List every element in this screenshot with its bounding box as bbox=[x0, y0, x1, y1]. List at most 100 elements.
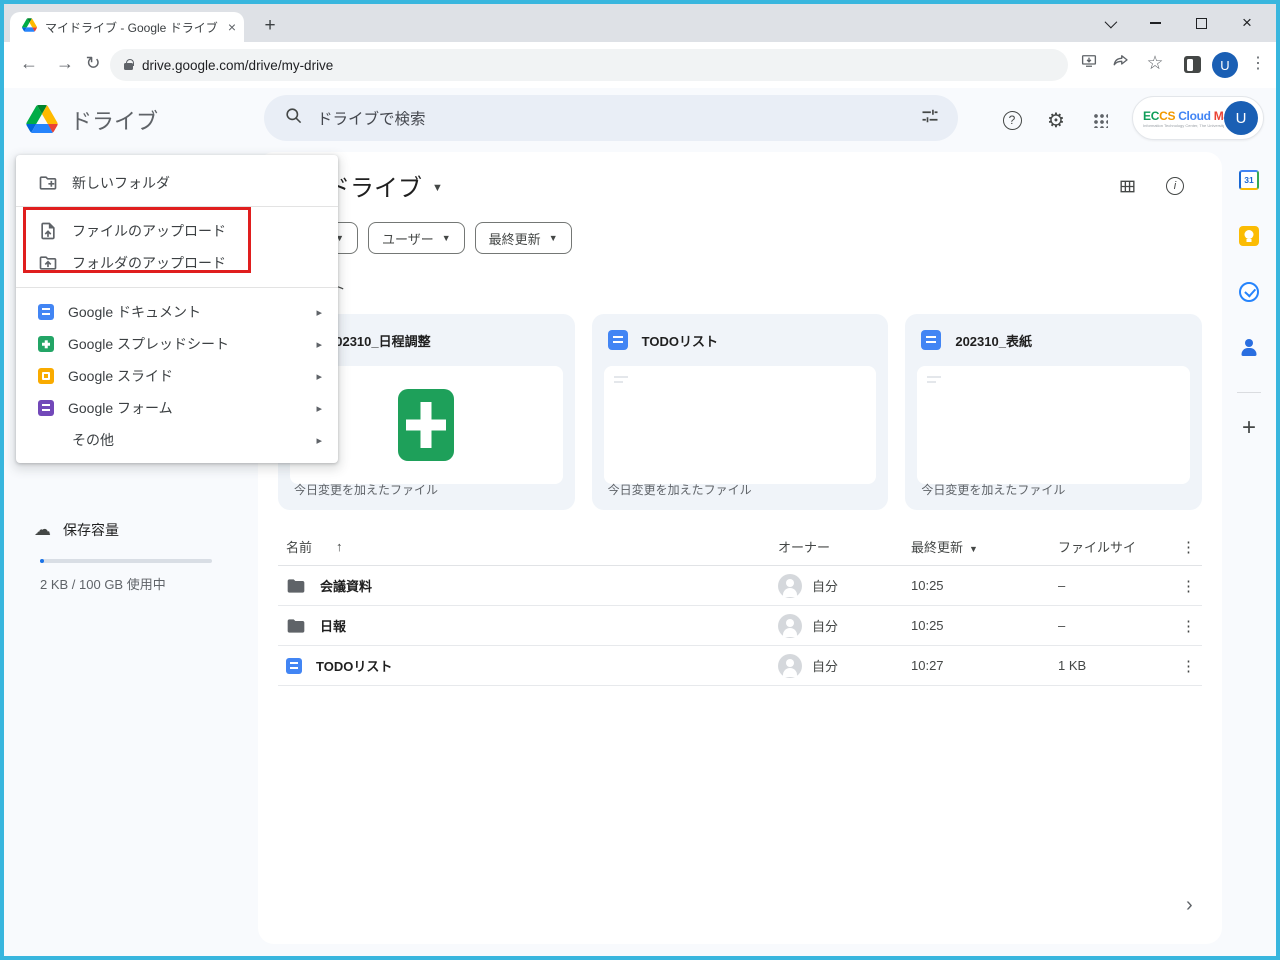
back-icon[interactable]: ← bbox=[16, 53, 42, 74]
column-header-name[interactable]: 名前 ↑ bbox=[278, 537, 778, 556]
window-close-button[interactable]: × bbox=[1224, 4, 1270, 42]
filter-chip-people[interactable]: ユーザー ▼ bbox=[368, 222, 465, 254]
file-upload-icon bbox=[41, 222, 55, 240]
address-bar[interactable]: drive.google.com/drive/my-drive bbox=[110, 49, 1068, 81]
chevron-down-icon: ▼ bbox=[548, 233, 558, 243]
filter-chip-modified[interactable]: 最終更新 ▼ bbox=[474, 222, 572, 254]
tasks-icon[interactable] bbox=[1239, 282, 1259, 302]
browser-titlebar: マイドライブ - Google ドライブ × + × bbox=[4, 4, 1276, 42]
docs-icon bbox=[607, 330, 628, 350]
submenu-arrow-icon: ▸ bbox=[316, 434, 322, 447]
sheets-icon bbox=[38, 336, 54, 352]
storage-progress-fill bbox=[40, 559, 44, 563]
submenu-arrow-icon: ▸ bbox=[316, 306, 322, 319]
window-chevron-icon[interactable] bbox=[1086, 4, 1132, 42]
modified-time: 10:25 bbox=[911, 578, 944, 593]
forms-icon bbox=[38, 400, 54, 416]
menu-item-google-forms[interactable]: Google フォーム ▸ bbox=[16, 392, 338, 424]
menu-divider bbox=[16, 206, 338, 207]
google-apps-icon[interactable] bbox=[1086, 106, 1114, 134]
menu-item-google-sheets[interactable]: Google スプレッドシート ▸ bbox=[16, 328, 338, 360]
help-icon[interactable]: ? bbox=[998, 106, 1026, 134]
table-row[interactable]: 日報 自分 10:25 – ⋮ bbox=[278, 606, 1202, 646]
forward-icon[interactable]: → bbox=[52, 53, 78, 74]
owner-name: 自分 bbox=[812, 659, 839, 674]
reload-icon[interactable]: ↻ bbox=[80, 53, 106, 74]
new-menu: 新しいフォルダ ファイルのアップロード フォルダのアップロード Google ド… bbox=[16, 155, 338, 463]
file-size: – bbox=[1058, 578, 1066, 593]
card-caption: 今日変更を加えたファイル bbox=[607, 483, 752, 497]
tab-title: マイドライブ - Google ドライブ bbox=[45, 20, 218, 35]
menu-item-new-folder[interactable]: 新しいフォルダ bbox=[16, 165, 338, 201]
column-header-size[interactable]: ファイルサイ bbox=[1058, 537, 1169, 556]
browser-tab[interactable]: マイドライブ - Google ドライブ × bbox=[10, 12, 244, 42]
suggestion-card[interactable]: 202310_表紙 今日変更を加えたファイル bbox=[905, 314, 1203, 510]
get-addons-icon[interactable]: + bbox=[1242, 414, 1256, 442]
row-more-icon[interactable]: ⋮ bbox=[1169, 577, 1202, 595]
docs-icon bbox=[921, 330, 942, 350]
info-icon[interactable]: i bbox=[1162, 173, 1188, 199]
folder-icon bbox=[287, 618, 305, 633]
browser-menu-icon[interactable]: ⋮ bbox=[1250, 53, 1266, 73]
menu-item-google-slides[interactable]: Google スライド ▸ bbox=[16, 360, 338, 392]
row-more-icon[interactable]: ⋮ bbox=[1169, 657, 1202, 675]
drive-header: ドライブ ドライブで検索 ? ⚙ ECCS Cloud Mail Informa… bbox=[4, 88, 1276, 152]
rail-divider bbox=[1237, 392, 1261, 393]
search-placeholder: ドライブで検索 bbox=[317, 111, 426, 128]
row-more-icon[interactable]: ⋮ bbox=[1169, 617, 1202, 635]
storage-link[interactable]: ☁ 保存容量 bbox=[34, 520, 119, 540]
folder-icon bbox=[287, 578, 305, 593]
menu-item-file-upload[interactable]: ファイルのアップロード bbox=[16, 215, 338, 247]
tab-close-icon[interactable]: × bbox=[228, 19, 236, 35]
card-caption: 今日変更を加えたファイル bbox=[921, 483, 1066, 497]
storage-usage-text: 2 KB / 100 GB 使用中 bbox=[40, 577, 166, 592]
settings-gear-icon[interactable]: ⚙ bbox=[1042, 106, 1070, 134]
install-icon[interactable] bbox=[1076, 52, 1102, 75]
drive-logo[interactable] bbox=[26, 105, 58, 138]
suggestion-cards: 202310_日程調整 今日変更を加えたファイル TODOリスト 今日変更を加え… bbox=[278, 314, 1203, 510]
expand-panel-chevron-icon[interactable]: › bbox=[1186, 894, 1193, 917]
owner-avatar bbox=[778, 613, 802, 638]
table-row[interactable]: 会議資料 自分 10:25 – ⋮ bbox=[278, 566, 1202, 606]
window-minimize-button[interactable] bbox=[1132, 4, 1178, 42]
submenu-arrow-icon: ▸ bbox=[316, 338, 322, 351]
menu-item-google-docs[interactable]: Google ドキュメント ▸ bbox=[16, 296, 338, 328]
column-options-icon[interactable]: ⋮ bbox=[1169, 538, 1202, 556]
card-title: TODOリスト bbox=[641, 333, 718, 349]
window-maximize-button[interactable] bbox=[1178, 4, 1224, 42]
menu-item-folder-upload[interactable]: フォルダのアップロード bbox=[16, 247, 338, 279]
menu-item-more[interactable]: その他 ▸ bbox=[16, 424, 338, 456]
bookmark-star-icon[interactable]: ☆ bbox=[1142, 52, 1168, 75]
suggestion-card[interactable]: TODOリスト 今日変更を加えたファイル bbox=[591, 314, 889, 510]
folder-upload-icon bbox=[39, 256, 57, 270]
grid-view-icon[interactable] bbox=[1114, 173, 1140, 199]
account-badge[interactable]: ECCS Cloud Mail Information Technology C… bbox=[1132, 96, 1264, 140]
card-title: 202310_表紙 bbox=[955, 333, 1032, 349]
title-caret-icon: ▼ bbox=[432, 181, 443, 194]
docs-icon bbox=[38, 304, 54, 320]
side-panel-toggle-icon[interactable] bbox=[1184, 56, 1201, 73]
table-row[interactable]: TODOリスト 自分 10:27 1 KB ⋮ bbox=[278, 646, 1202, 686]
share-icon[interactable] bbox=[1108, 52, 1134, 75]
calendar-icon[interactable]: 31 bbox=[1239, 170, 1259, 190]
new-tab-button[interactable]: + bbox=[258, 15, 282, 37]
contacts-icon[interactable] bbox=[1239, 338, 1259, 358]
keep-icon[interactable] bbox=[1239, 226, 1259, 246]
storage-label: 保存容量 bbox=[63, 522, 119, 538]
owner-avatar bbox=[778, 653, 802, 678]
search-options-icon[interactable] bbox=[920, 106, 940, 131]
column-header-modified[interactable]: 最終更新 ▼ bbox=[911, 537, 1058, 556]
submenu-arrow-icon: ▸ bbox=[316, 370, 322, 383]
file-name: 日報 bbox=[320, 619, 347, 634]
file-size: – bbox=[1058, 618, 1066, 633]
sheets-logo bbox=[398, 389, 455, 461]
column-header-owner[interactable]: オーナー bbox=[778, 537, 911, 556]
owner-name: 自分 bbox=[812, 619, 839, 634]
browser-toolbar: ← → ↻ drive.google.com/drive/my-drive ☆ … bbox=[4, 42, 1276, 88]
modified-time: 10:27 bbox=[911, 658, 944, 673]
chevron-down-icon: ▼ bbox=[969, 544, 978, 554]
account-avatar[interactable]: U bbox=[1224, 101, 1258, 135]
browser-profile-avatar[interactable]: U bbox=[1212, 52, 1238, 78]
lock-icon[interactable] bbox=[124, 59, 134, 70]
search-bar[interactable]: ドライブで検索 bbox=[264, 95, 958, 141]
